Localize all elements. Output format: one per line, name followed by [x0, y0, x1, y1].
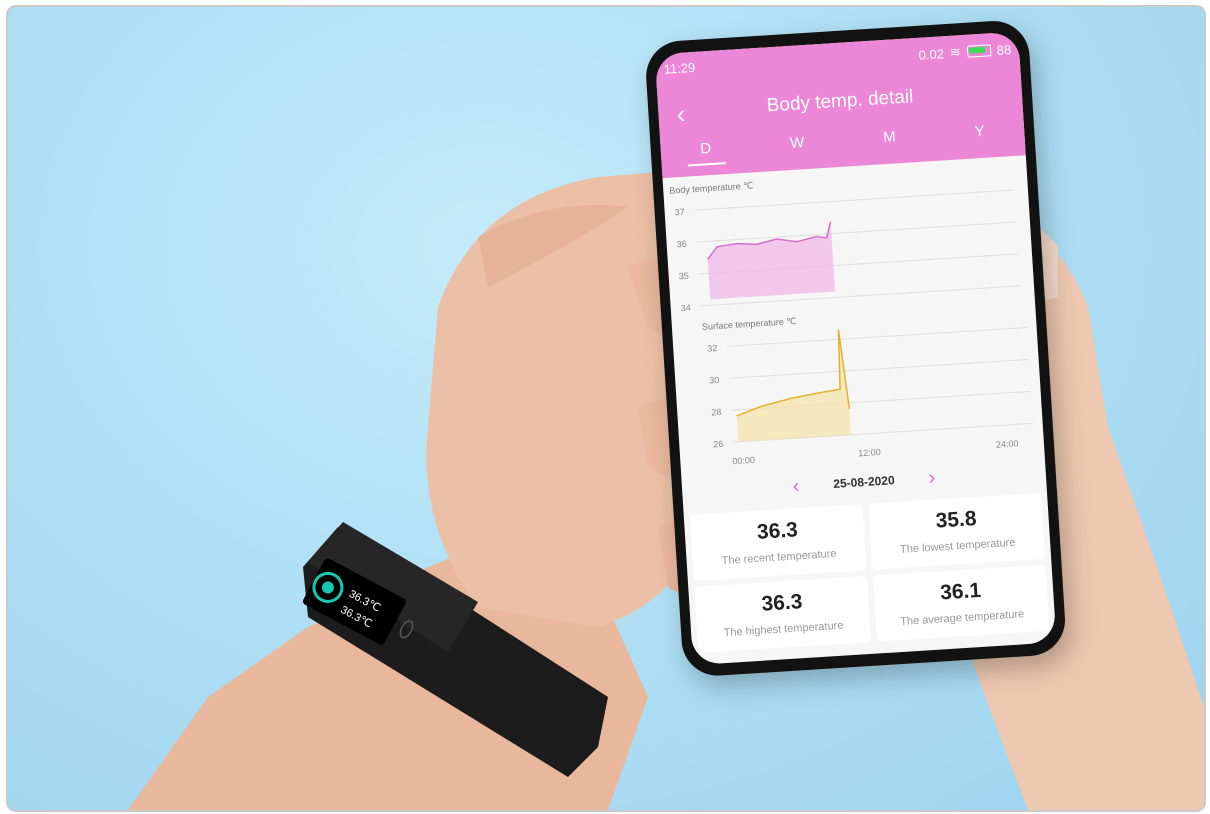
surface-tick: 28	[711, 406, 722, 418]
stat-card-highest: 36.3 The highest temperature	[694, 576, 872, 653]
prev-date-icon[interactable]: ‹	[792, 475, 800, 498]
stat-card-lowest: 35.8 The lowest temperature	[868, 492, 1046, 570]
current-date: 25-08-2020	[832, 473, 896, 491]
stat-label: The recent temperature	[721, 547, 837, 568]
status-bar: 11:29 0.02 ≋ 88	[663, 40, 1011, 80]
stat-card-recent: 36.3 The recent temperature	[689, 504, 867, 581]
next-date-icon[interactable]: ›	[928, 466, 936, 489]
x-tick: 12:00	[857, 446, 881, 459]
surface-tick: 26	[713, 438, 724, 450]
photo-frame: 36.3℃ 36.3℃ 11:29 0.02 ≋ 88 ‹ Body temp.…	[6, 5, 1206, 812]
battery-level: 88	[996, 41, 1012, 58]
tab-week[interactable]: W	[775, 127, 819, 161]
wifi-icon: ≋	[949, 44, 962, 60]
surface-tick: 32	[707, 343, 718, 354]
surface-tick: 30	[709, 374, 720, 386]
body-temp-chart	[694, 189, 1021, 307]
battery-icon	[966, 44, 992, 58]
stat-card-average: 36.1 The average temperature	[872, 564, 1050, 642]
stat-value: 36.3	[760, 590, 804, 616]
x-tick: 24:00	[995, 438, 1019, 450]
status-time: 11:29	[663, 59, 696, 77]
body-chart-label: Body temperature ℃	[669, 180, 754, 196]
phone-screen: 11:29 0.02 ≋ 88 ‹ Body temp. detail D W …	[654, 31, 1057, 666]
surface-chart-label: Surface temperature ℃	[701, 315, 797, 332]
network-speed: 0.02	[918, 45, 945, 63]
tab-month[interactable]: M	[868, 122, 910, 155]
charts-area: Body temperature ℃ 37 36 35 34 Surface t…	[663, 155, 1045, 477]
body-tick: 36	[676, 238, 688, 250]
stat-label: The average temperature	[899, 608, 1025, 629]
x-tick: 00:00	[732, 454, 756, 467]
stat-value: 36.1	[939, 578, 982, 605]
app-header: 11:29 0.02 ≋ 88 ‹ Body temp. detail D W …	[654, 31, 1026, 179]
body-tick: 35	[678, 270, 690, 282]
body-tick: 37	[674, 206, 686, 218]
stat-value: 36.3	[756, 518, 799, 544]
tab-day[interactable]: D	[685, 133, 727, 167]
stat-value: 35.8	[934, 507, 978, 533]
stat-label: The lowest temperature	[899, 536, 1016, 556]
stats-grid: 36.3 The recent temperature 35.8 The low…	[689, 492, 1050, 653]
surface-temp-chart	[727, 327, 1033, 443]
body-tick: 34	[680, 302, 692, 314]
tab-year[interactable]: Y	[960, 116, 1000, 149]
stat-label: The highest temperature	[723, 619, 844, 640]
smartphone: 11:29 0.02 ≋ 88 ‹ Body temp. detail D W …	[644, 18, 1068, 678]
